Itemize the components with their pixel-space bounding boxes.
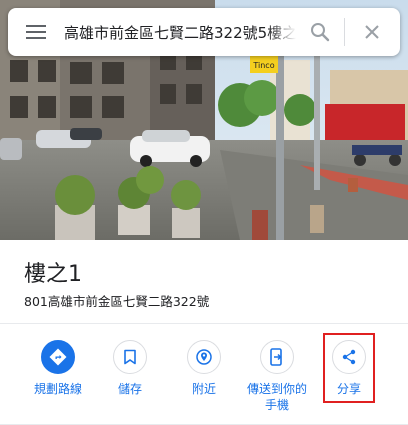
send-to-phone-icon	[260, 340, 294, 374]
shop-sign-text: Tinco	[252, 61, 274, 70]
search-button[interactable]	[296, 8, 344, 56]
nearby-button[interactable]: 附近	[169, 340, 239, 397]
save-button[interactable]: 儲存	[95, 340, 165, 397]
send-to-phone-button[interactable]: 傳送到你的 手機	[242, 340, 312, 413]
nearby-label: 附近	[191, 382, 216, 396]
search-input[interactable]: 高雄市前金區七賢二路322號5樓之1	[64, 22, 296, 43]
bookmark-icon	[113, 340, 147, 374]
hamburger-icon	[26, 25, 46, 39]
menu-button[interactable]	[8, 8, 64, 56]
place-address: 801高雄市前金區七賢二路322號	[24, 294, 210, 309]
divider	[0, 323, 408, 324]
share-highlight-box	[323, 333, 375, 403]
search-icon	[311, 23, 330, 42]
directions-label: 規劃路線	[33, 382, 82, 396]
place-title: 樓之1	[24, 262, 82, 287]
nearby-icon	[187, 340, 221, 374]
send-to-phone-label: 傳送到你的 手機	[246, 382, 307, 412]
directions-button[interactable]: 規劃路線	[23, 340, 93, 397]
save-label: 儲存	[117, 382, 142, 396]
close-button[interactable]	[345, 8, 399, 56]
directions-icon	[41, 340, 75, 374]
close-icon	[365, 25, 379, 39]
search-bar: 高雄市前金區七賢二路322號5樓之1	[8, 8, 400, 56]
